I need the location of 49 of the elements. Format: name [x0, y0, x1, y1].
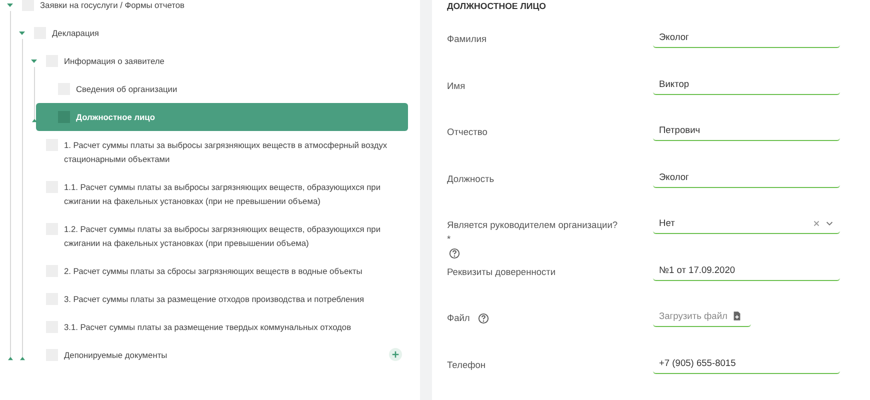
help-icon[interactable] [449, 248, 460, 258]
tree-item[interactable]: 2. Расчет суммы платы за сбросы загрязняющих веществ в водные объекты [24, 257, 408, 285]
tree-item[interactable]: 3.1. Расчет суммы платы за размещение твердых коммунальных отходов [24, 313, 408, 341]
field-label: Файл [447, 312, 470, 325]
chevron-down-icon[interactable] [825, 219, 834, 228]
field-label: Является руководителем организации? * [447, 219, 619, 246]
tree-item[interactable]: 1.1. Расчет суммы платы за выбросы загрязняющих веществ, образующихся при сжигании на факельных установках (при не превышении объема) [24, 173, 408, 215]
caret-up-icon[interactable] [31, 118, 38, 123]
field-label: Телефон [447, 358, 486, 372]
tree-item-label: Сведения об организации [76, 83, 178, 96]
tree-item-label: Должностное лицо [76, 111, 156, 124]
field-label: Должность [447, 172, 494, 186]
tree-item-label: 3.1. Расчет суммы платы за размещение твердых коммунальных отходов [64, 321, 352, 334]
input-field[interactable]: №1 от 17.09.2020 [653, 256, 840, 280]
help-icon[interactable] [478, 312, 489, 324]
tree-item-label: 2. Расчет суммы платы за сбросы загрязняющих веществ в водные объекты [64, 265, 364, 278]
input-field[interactable]: Эколог [653, 164, 840, 188]
tree-item[interactable]: Информация о заявителе [24, 47, 408, 75]
tree-item[interactable]: 1.2. Расчет суммы платы за выбросы загрязняющих веществ, образующихся при сжигании на факельных установках (при превышении объема) [24, 215, 408, 257]
input-field[interactable]: +7 (905) 655-8015 [653, 350, 840, 374]
tree-item-label: 1.1. Расчет суммы платы за выбросы загрязняющих веществ, образующихся при сжигании на факельных установках (при не превышении объема) [64, 181, 382, 208]
select-value: Нет [659, 217, 676, 229]
input-field[interactable]: Эколог [653, 24, 840, 48]
select-field[interactable]: Нет [653, 210, 840, 234]
upload-button[interactable]: Загрузить файл [653, 303, 751, 327]
file-icon [733, 311, 742, 321]
field-label: Отчество [447, 126, 488, 139]
field-label: Имя [447, 80, 466, 92]
tree-item-label: Депонируемые документы [64, 349, 168, 362]
tree-item[interactable]: Сведения об организации [36, 75, 408, 103]
tree-item-label: 3. Расчет суммы платы за размещение отходов производства и потребления [64, 293, 366, 306]
tree-item-label: Декларация [52, 27, 100, 40]
tree-item-label: Информация о заявителе [64, 55, 166, 68]
add-button[interactable] [389, 348, 402, 361]
tree-item[interactable]: Декларация [12, 19, 408, 47]
field-label: Реквизиты доверенности [447, 266, 556, 278]
tree-item[interactable]: Депонируемые документы [24, 341, 408, 369]
tree-item-label: Заявки на госуслуги / Формы отчетов [40, 0, 186, 12]
tree-item[interactable]: 1. Расчет суммы платы за выбросы загрязняющих веществ в атмосферный воздух стационарными объектами [24, 131, 408, 173]
tree-item-label: 1. Расчет суммы платы за выбросы загрязняющих веществ в атмосферный воздух стационарными объектами [64, 139, 388, 166]
tree-item-label: 1.2. Расчет суммы платы за выбросы загрязняющих веществ, образующихся при сжигании на факельных установках (при превышении объема) [64, 223, 382, 250]
input-field[interactable]: Петрович [653, 117, 840, 141]
field-label: Фамилия [447, 33, 486, 46]
clear-icon[interactable] [812, 219, 821, 228]
tree-item[interactable]: 3. Расчет суммы платы за размещение отходов производства и потребления [24, 285, 408, 313]
section-title: ДОЛЖНОСТНОЕ ЛИЦО [447, 0, 547, 13]
tree-item[interactable]: Заявки на госуслуги / Формы отчетов [0, 0, 408, 19]
plus-icon [391, 350, 400, 359]
input-field[interactable]: Виктор [653, 70, 840, 94]
